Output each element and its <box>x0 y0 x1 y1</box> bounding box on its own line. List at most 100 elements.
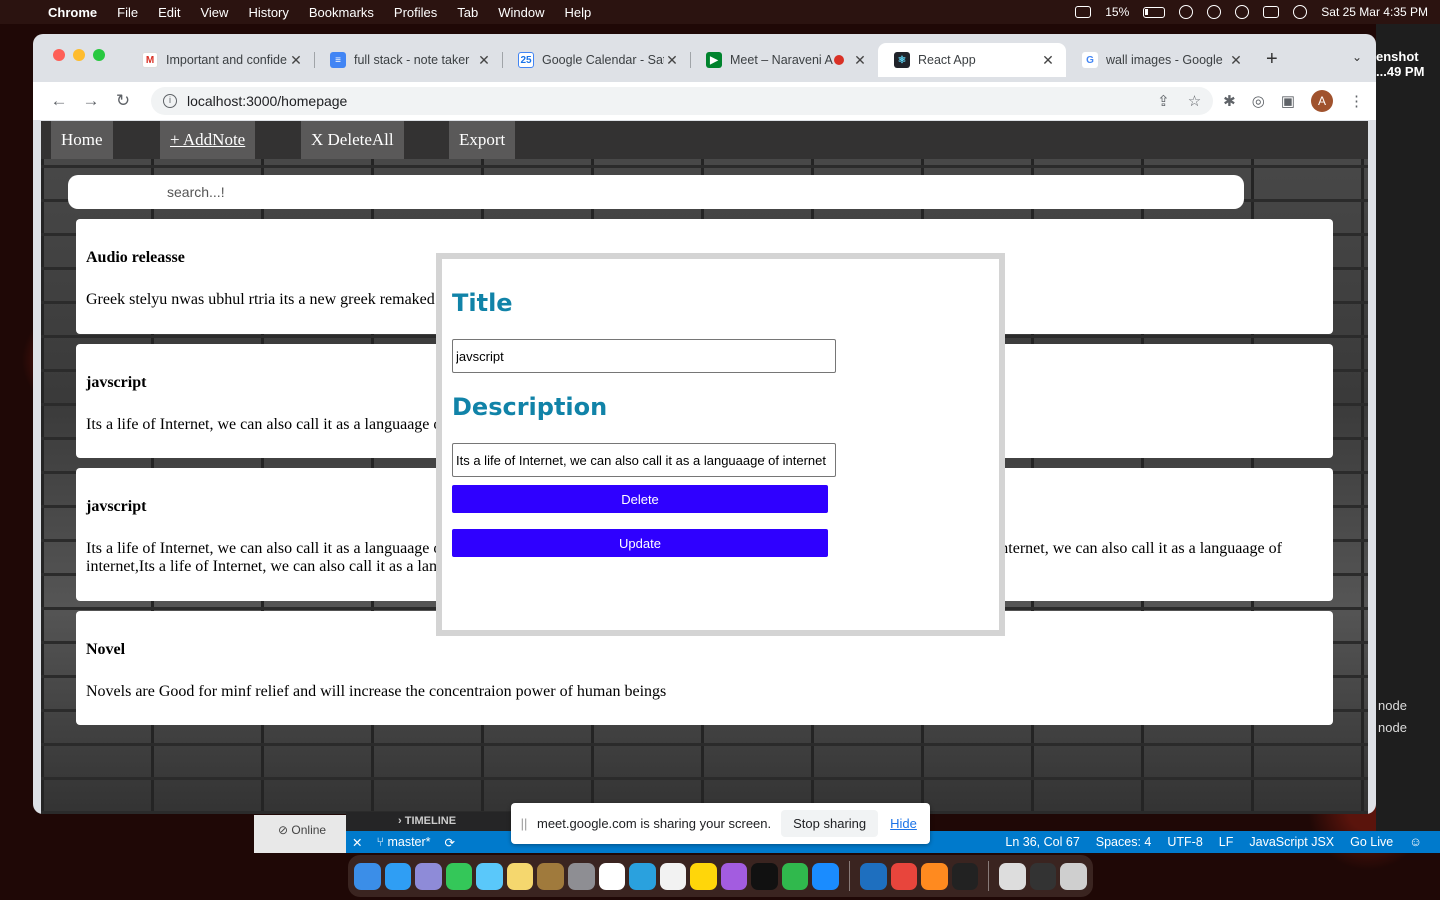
menu-history[interactable]: History <box>248 5 288 20</box>
close-tab-icon[interactable]: ✕ <box>476 52 492 69</box>
tab-search-chevron-icon[interactable]: ⌄ <box>1352 50 1362 64</box>
timeline-panel-header[interactable]: › TIMELINE <box>346 812 516 831</box>
screenshot-stack-icon[interactable] <box>1029 862 1057 890</box>
control-center-icon[interactable] <box>1263 6 1280 18</box>
back-icon[interactable]: ← <box>45 91 73 111</box>
encoding[interactable]: UTF-8 <box>1167 835 1202 849</box>
minimize-window-button[interactable] <box>73 49 85 61</box>
numbers-icon[interactable] <box>781 862 809 890</box>
forward-icon[interactable]: → <box>77 91 105 111</box>
maps-icon[interactable] <box>476 862 503 890</box>
tab-gmail[interactable]: M Important and confide ✕ <box>126 43 314 77</box>
tab-calendar[interactable]: 25 Google Calendar - Sat ✕ <box>502 43 690 77</box>
menu-window[interactable]: Window <box>498 5 544 20</box>
menu-tab[interactable]: Tab <box>457 5 478 20</box>
chrome-icon[interactable] <box>890 862 918 890</box>
contacts-icon[interactable] <box>537 862 564 890</box>
extension-icon[interactable]: ◎ <box>1252 92 1265 110</box>
online-status[interactable]: ⊘ Online <box>254 815 346 853</box>
menu-profiles[interactable]: Profiles <box>394 5 437 20</box>
share-icon[interactable]: ⇪ <box>1157 92 1170 110</box>
url-text[interactable]: localhost:3000/homepage <box>187 93 347 109</box>
menu-view[interactable]: View <box>200 5 228 20</box>
add-note-button[interactable]: + AddNote <box>160 121 256 159</box>
remote-icon[interactable]: ✕ <box>352 835 362 850</box>
stop-sharing-button[interactable]: Stop sharing <box>781 810 879 837</box>
close-tab-icon[interactable]: ✕ <box>288 52 304 69</box>
git-branch[interactable]: ⑂ master* <box>376 835 430 849</box>
address-bar[interactable]: i localhost:3000/homepage ⇪ ☆ <box>151 87 1214 115</box>
note-body: Novels are Good for minf relief and will… <box>86 683 667 700</box>
apple-icon[interactable] <box>12 4 28 20</box>
extensions-icon[interactable]: ✱ <box>1223 92 1236 110</box>
terminal-icon[interactable] <box>951 862 979 890</box>
delete-button[interactable]: Delete <box>452 485 828 513</box>
reload-icon[interactable]: ↻ <box>109 91 137 111</box>
side-panel-icon[interactable]: ▣ <box>1281 92 1295 110</box>
close-window-button[interactable] <box>53 49 65 61</box>
profile-avatar[interactable]: A <box>1311 90 1333 112</box>
sync-icon[interactable]: ⟳ <box>445 835 455 850</box>
feedback-icon[interactable]: ☺ <box>1409 835 1422 849</box>
terminal-node-2[interactable]: node <box>1378 720 1407 735</box>
fullscreen-window-button[interactable] <box>93 49 105 61</box>
go-live-button[interactable]: Go Live <box>1350 835 1393 849</box>
siri-icon[interactable] <box>1293 5 1308 19</box>
tab-meet[interactable]: ▶ Meet – Naraveni A ✕ <box>690 43 878 77</box>
notes-icon[interactable] <box>690 862 717 890</box>
podcasts-icon[interactable] <box>720 862 748 890</box>
home-button[interactable]: Home <box>51 121 113 159</box>
close-tab-icon[interactable]: ✕ <box>664 52 680 69</box>
app-store-icon[interactable] <box>812 862 839 890</box>
export-button[interactable]: Export <box>449 121 516 159</box>
search-input[interactable] <box>68 175 1244 209</box>
downloads-stack-icon[interactable] <box>999 862 1026 890</box>
photos-icon[interactable] <box>506 862 534 890</box>
menu-kebab-icon[interactable]: ⋮ <box>1349 92 1364 110</box>
trash-icon[interactable] <box>1060 862 1087 890</box>
indentation[interactable]: Spaces: 4 <box>1096 835 1152 849</box>
close-tab-icon[interactable]: ✕ <box>1228 52 1244 69</box>
language-mode[interactable]: JavaScript JSX <box>1249 835 1334 849</box>
update-button[interactable]: Update <box>452 529 828 557</box>
messages-icon[interactable] <box>445 862 473 890</box>
drag-handle-icon[interactable]: || <box>511 816 537 831</box>
menu-help[interactable]: Help <box>565 5 592 20</box>
tab-docs[interactable]: ≡ full stack - note taker ✕ <box>314 43 502 77</box>
vscode-side-panel: enshot ...49 PM node node <box>1376 24 1440 834</box>
info-icon[interactable]: i <box>163 94 177 108</box>
close-tab-icon[interactable]: ✕ <box>1040 52 1056 69</box>
keyboard-icon[interactable] <box>1075 6 1092 18</box>
apple-tv-icon[interactable] <box>751 862 778 890</box>
terminal-node-1[interactable]: node <box>1378 698 1407 713</box>
tab-google-search[interactable]: G wall images - Google ✕ <box>1066 43 1254 77</box>
bookmark-star-icon[interactable]: ☆ <box>1188 92 1201 110</box>
datetime[interactable]: Sat 25 Mar 4:35 PM <box>1321 5 1428 19</box>
tab-react-app[interactable]: ⚛ React App ✕ <box>878 43 1066 77</box>
sublime-icon[interactable] <box>921 862 948 890</box>
battery-icon[interactable] <box>1143 6 1166 18</box>
system-settings-icon[interactable] <box>567 862 595 890</box>
spotlight-icon[interactable] <box>1235 5 1250 19</box>
menu-bookmarks[interactable]: Bookmarks <box>309 5 374 20</box>
menu-app-name[interactable]: Chrome <box>48 5 97 20</box>
line-ending[interactable]: LF <box>1219 835 1234 849</box>
time-machine-icon[interactable] <box>1207 5 1222 19</box>
launchpad-icon[interactable] <box>415 862 442 890</box>
menu-file[interactable]: File <box>117 5 138 20</box>
delete-all-button[interactable]: X DeleteAll <box>301 121 404 159</box>
hide-link[interactable]: Hide <box>890 816 917 831</box>
finder-icon[interactable] <box>354 862 381 890</box>
description-input[interactable] <box>452 443 836 477</box>
link-icon[interactable] <box>1179 5 1194 19</box>
title-input[interactable] <box>452 339 836 373</box>
cursor-position[interactable]: Ln 36, Col 67 <box>1005 835 1079 849</box>
telegram-icon[interactable] <box>629 862 656 890</box>
close-tab-icon[interactable]: ✕ <box>852 52 868 69</box>
reminders-icon[interactable] <box>659 862 687 890</box>
safari-icon[interactable] <box>384 862 412 890</box>
vscode-icon[interactable] <box>859 862 887 890</box>
menu-edit[interactable]: Edit <box>158 5 180 20</box>
calendar-app-icon[interactable] <box>598 862 626 890</box>
new-tab-icon[interactable]: + <box>1266 48 1278 71</box>
